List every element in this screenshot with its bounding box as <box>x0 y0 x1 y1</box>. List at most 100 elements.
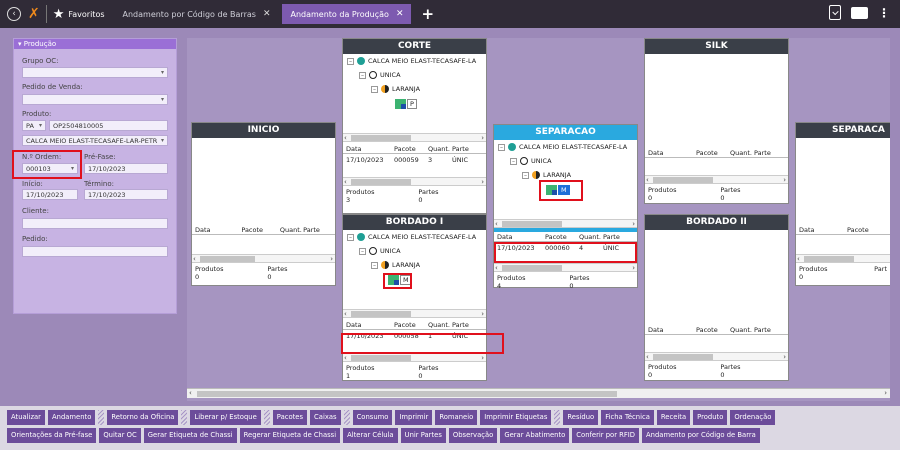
table-row[interactable]: 17/10/2023 000059 3 ÚNIC <box>343 154 486 165</box>
horizontal-scrollbar[interactable]: ‹ › <box>494 219 637 228</box>
gerar-etiqueta-chassi-button[interactable]: Gerar Etiqueta de Chassi <box>143 428 237 443</box>
produto-type-select[interactable]: PA ▾ <box>22 120 46 131</box>
unir-partes-button[interactable]: Unir Partes <box>400 428 446 443</box>
panel-header[interactable]: ▾ Produção <box>14 39 176 49</box>
collapse-toggle[interactable]: – <box>359 247 366 255</box>
more-vertical-icon[interactable]: ⋮ <box>878 7 890 19</box>
alterar-celula-button[interactable]: Alterar Célula <box>343 428 398 443</box>
collapse-toggle[interactable]: – <box>359 71 366 79</box>
produto-code-field[interactable]: OP2504810005 <box>49 120 168 131</box>
residuo-button[interactable]: Resíduo <box>563 410 599 425</box>
size-icon <box>520 157 528 165</box>
caixas-button[interactable]: Caixas <box>310 410 341 425</box>
tree-item-color[interactable]: – LARANJA <box>371 261 420 269</box>
observacao-button[interactable]: Observação <box>448 428 498 443</box>
orientacoes-pre-fase-button[interactable]: Orientações da Pré-fase <box>7 428 97 443</box>
consumo-button[interactable]: Consumo <box>352 410 393 425</box>
horizontal-scrollbar[interactable]: ‹ › <box>343 309 486 318</box>
tree-item-product[interactable]: – CALCA MEIO ELAST-TECASAFE-LA <box>347 57 476 65</box>
collapse-toggle[interactable]: – <box>498 143 505 151</box>
back-button[interactable]: ‹ <box>6 6 22 22</box>
tab-production[interactable]: Andamento da Produção ✕ <box>282 4 412 24</box>
liberar-estoque-button[interactable]: Liberar p/ Estoque <box>190 410 261 425</box>
close-icon[interactable]: ✕ <box>263 9 271 19</box>
clipboard-check-icon[interactable] <box>829 5 841 20</box>
horizontal-scrollbar[interactable]: ‹ › <box>645 352 788 361</box>
collapse-toggle[interactable]: – <box>522 171 529 179</box>
andamento-button[interactable]: Andamento <box>47 410 96 425</box>
tree-item-product[interactable]: – CALCA MEIO ELAST-TECASAFE-LA <box>347 233 476 241</box>
horizontal-scrollbar[interactable]: ‹ › <box>343 353 486 362</box>
atualizar-button[interactable]: Atualizar <box>7 410 45 425</box>
board-horizontal-scrollbar[interactable]: ‹ › <box>187 388 890 398</box>
stage-title: INICIO <box>192 123 335 138</box>
grupo-oc-select[interactable]: ▾ <box>22 67 168 78</box>
stage-footer: Produtos 0 Partes 0 <box>195 265 288 281</box>
pedido-field[interactable] <box>22 246 168 257</box>
stage-inicio[interactable]: INICIO Data Pacote Quant. Parte ‹ › Produ… <box>191 122 336 286</box>
tree-item-product[interactable]: – CALCA MEIO ELAST-TECASAFE-LA <box>498 143 627 151</box>
add-tab-button[interactable]: + <box>421 5 434 23</box>
stage-footer: Produtos 0 Partes 0 <box>648 363 741 379</box>
imprimir-etiquetas-button[interactable]: Imprimir Etiquetas <box>480 410 552 425</box>
collapse-toggle[interactable]: – <box>510 157 517 165</box>
scroll-thumb[interactable] <box>197 391 617 397</box>
imprimir-button[interactable]: Imprimir <box>395 410 433 425</box>
table-body <box>796 235 890 254</box>
collapse-toggle[interactable]: – <box>347 233 354 241</box>
table-body: 17/10/2023 000059 3 ÚNIC <box>343 154 486 177</box>
pedido-venda-select[interactable]: ▾ <box>22 94 168 105</box>
gerar-abatimento-button[interactable]: Gerar Abatimento <box>500 428 570 443</box>
produto-button[interactable]: Produto <box>693 410 728 425</box>
tree-item-size[interactable]: – UNICA <box>359 71 401 79</box>
termino-field[interactable]: 17/10/2023 <box>84 189 168 200</box>
quitar-oc-button[interactable]: Quitar OC <box>99 428 141 443</box>
pacotes-button[interactable]: Pacotes <box>272 410 308 425</box>
chevron-down-icon: ▾ <box>160 137 164 144</box>
cliente-field[interactable] <box>22 218 168 229</box>
horizontal-scrollbar[interactable]: ‹ › <box>645 175 788 184</box>
stage-corte[interactable]: CORTE – CALCA MEIO ELAST-TECASAFE-LA – UNI… <box>342 38 487 214</box>
chat-icon[interactable] <box>851 6 868 19</box>
stage-tree-area <box>192 138 335 223</box>
stage-separacao[interactable]: SEPARACAO – CALCA MEIO ELAST-TECASAFE-LA … <box>493 124 638 290</box>
collapse-toggle[interactable]: – <box>347 57 354 65</box>
inicio-field[interactable]: 17/10/2023 <box>22 189 78 200</box>
pre-fase-field[interactable]: 17/10/2023 <box>84 163 168 174</box>
favorites-button[interactable]: ★ Favoritos <box>53 7 105 22</box>
retorno-oficina-button[interactable]: Retorno da Oficina <box>107 410 179 425</box>
stage-bordado-1[interactable]: BORDADO I – CALCA MEIO ELAST-TECASAFE-LA … <box>342 214 487 381</box>
grip-icon <box>181 410 188 425</box>
tab-label: Andamento da Produção <box>290 9 389 19</box>
horizontal-scrollbar[interactable]: ‹ › <box>192 254 335 263</box>
ficha-tecnica-button[interactable]: Ficha Técnica <box>601 410 654 425</box>
andamento-codigo-barra-button[interactable]: Andamento por Código de Barra <box>642 428 760 443</box>
close-icon[interactable]: ✕ <box>396 9 404 19</box>
stage-separaca[interactable]: SEPARACA Data Pacote ‹ Produtos 0 Part <box>795 122 890 286</box>
stage-tree: – CALCA MEIO ELAST-TECASAFE-LA – UNICA – LA… <box>343 230 486 309</box>
stage-silk[interactable]: SILK Data Pacote Quant. Parte ‹ › Produto… <box>644 38 789 204</box>
tree-item-size[interactable]: – UNICA <box>359 247 401 255</box>
collapse-toggle[interactable]: – <box>371 85 378 93</box>
ordenacao-button[interactable]: Ordenação <box>730 410 776 425</box>
stage-bordado-2[interactable]: BORDADO II Data Pacote Quant. Parte ‹ › P… <box>644 214 789 381</box>
horizontal-scrollbar[interactable]: ‹ <box>796 254 890 263</box>
collapse-toggle[interactable]: – <box>371 261 378 269</box>
regerar-etiqueta-chassi-button[interactable]: Regerar Etiqueta de Chassi <box>239 428 341 443</box>
produto-name-select[interactable]: CALCA MEIO ELAST-TECASAFE-LAR-PETR ▾ <box>22 135 168 146</box>
tree-item-color[interactable]: – LARANJA <box>522 171 571 179</box>
tree-item-size[interactable]: – UNICA <box>510 157 552 165</box>
scroll-left-icon[interactable]: ‹ <box>189 389 192 397</box>
tab-barcode[interactable]: Andamento por Código de Barras ✕ <box>119 4 275 24</box>
horizontal-scrollbar[interactable]: ‹ › <box>343 133 486 142</box>
chevron-down-icon: ▾ <box>160 96 164 103</box>
scroll-right-icon[interactable]: › <box>884 389 887 397</box>
horizontal-scrollbar[interactable]: ‹ › <box>343 177 486 186</box>
receita-button[interactable]: Receita <box>656 410 691 425</box>
package-chip[interactable]: P <box>395 99 417 109</box>
size-icon <box>369 71 377 79</box>
romaneio-button[interactable]: Romaneio <box>435 410 478 425</box>
tree-item-color[interactable]: – LARANJA <box>371 85 420 93</box>
conferir-rfid-button[interactable]: Conferir por RFID <box>572 428 640 443</box>
horizontal-scrollbar[interactable]: ‹ › <box>494 263 637 272</box>
